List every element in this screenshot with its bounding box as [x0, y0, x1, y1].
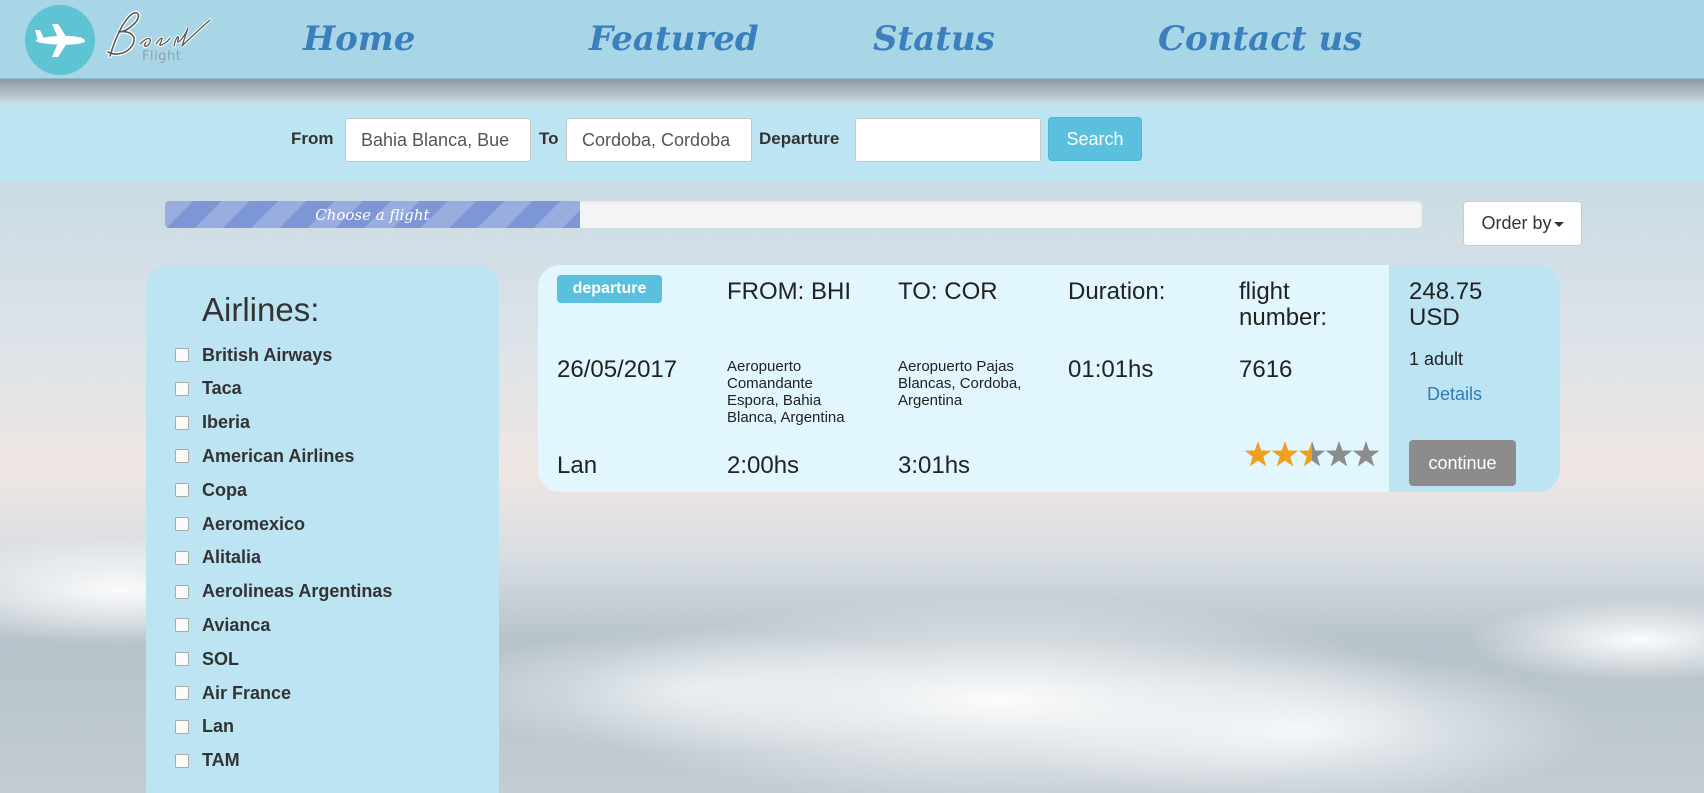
to-label: To	[539, 129, 559, 148]
airline-filter-label: SOL	[202, 648, 240, 669]
airline-filter-label: Copa	[202, 479, 247, 500]
star-icon	[1244, 441, 1272, 467]
airline-checkbox[interactable]	[175, 415, 189, 430]
airline-filter-label: Iberia	[202, 412, 251, 433]
booking-progress-bar: Choose a flight	[165, 201, 1422, 228]
to-code: TO: COR	[898, 278, 998, 305]
airline-filter-item[interactable]: Iberia	[175, 412, 250, 434]
nav-home[interactable]: Home	[303, 19, 415, 65]
airline-filter-label: TAM	[202, 750, 240, 771]
airline-checkbox[interactable]	[175, 550, 189, 565]
airplane-logo-icon[interactable]	[25, 5, 95, 75]
airline-checkbox[interactable]	[175, 381, 189, 396]
airline-filter-label: American Airlines	[202, 445, 355, 466]
airline-filter-item[interactable]: SOL	[175, 648, 239, 670]
logo-subtitle: Flight	[142, 49, 182, 64]
flight-date: 26/05/2017	[557, 356, 678, 383]
airline-checkbox[interactable]	[175, 618, 189, 633]
airline-checkbox[interactable]	[175, 517, 189, 531]
star-icon	[1325, 441, 1353, 467]
search-button[interactable]: Search	[1048, 117, 1142, 161]
airline-filter-label: Aerolineas Argentinas	[202, 581, 393, 602]
airlines-heading: Airlines:	[202, 291, 320, 328]
duration-value: 01:01hs	[1068, 356, 1154, 383]
departure-date-input[interactable]	[855, 118, 1041, 162]
passenger-count: 1 adult	[1409, 349, 1464, 369]
progress-fill: Choose a flight	[165, 201, 580, 228]
airline-filter-label: Lan	[202, 716, 235, 737]
airline-checkbox[interactable]	[175, 652, 189, 667]
airline-filter-item[interactable]: Alitalia	[175, 547, 261, 569]
airline-filter-label: Alitalia	[202, 547, 262, 568]
from-input[interactable]	[345, 118, 531, 162]
airline-filter-label: Taca	[202, 378, 242, 399]
arrival-time: 3:01hs	[898, 452, 971, 479]
details-link[interactable]: Details	[1427, 384, 1482, 405]
from-code: FROM: BHI	[727, 278, 851, 305]
star-icon	[1271, 441, 1299, 467]
airline-filter-item[interactable]: TAM	[175, 750, 240, 772]
airline-checkbox[interactable]	[175, 686, 189, 700]
airline-filter-label: Air France	[202, 682, 292, 703]
duration-label: Duration:	[1068, 278, 1166, 305]
nav-contact-us[interactable]: Contact us	[1158, 19, 1362, 65]
departure-time: 2:00hs	[727, 452, 800, 479]
airline-filter-label: British Airways	[202, 344, 333, 365]
airline-filter-item[interactable]: Taca	[175, 378, 242, 400]
flight-number-value: 7616	[1239, 356, 1293, 383]
airline-checkbox[interactable]	[175, 449, 189, 464]
caret-down-icon	[1553, 221, 1564, 227]
departure-label: Departure	[759, 129, 840, 148]
rating-stars	[1244, 441, 1380, 467]
airline-filter-item[interactable]: Avianca	[175, 614, 270, 636]
departure-badge: departure	[557, 275, 662, 303]
airline-checkbox[interactable]	[175, 483, 189, 498]
continue-button[interactable]: continue	[1409, 440, 1516, 486]
order-by-dropdown[interactable]: Order by	[1463, 201, 1582, 246]
order-by-label: Order by	[1481, 213, 1552, 233]
airline-filter-label: Avianca	[202, 614, 271, 635]
to-airport: Aeropuerto Pajas Blancas, Cordoba, Argen…	[898, 358, 1022, 409]
search-bar	[0, 103, 1704, 181]
airline-filter-item[interactable]: Copa	[175, 479, 247, 501]
airline-filter-item[interactable]: Aerolineas Argentinas	[175, 581, 392, 603]
navbar-shadow	[0, 79, 1704, 103]
from-airport: Aeropuerto Comandante Espora, Bahia Blan…	[727, 358, 845, 426]
flight-number-label: flight number:	[1239, 278, 1328, 331]
airline-checkbox[interactable]	[175, 753, 189, 768]
star-icon	[1298, 441, 1326, 467]
to-input[interactable]	[566, 118, 752, 162]
airline-filter-item[interactable]: Lan	[175, 716, 234, 738]
nav-status[interactable]: Status	[873, 19, 995, 65]
airline-checkbox[interactable]	[175, 348, 189, 362]
from-label: From	[291, 129, 334, 148]
nav-featured[interactable]: Featured	[589, 19, 759, 65]
progress-label: Choose a flight	[315, 205, 430, 224]
top-navbar	[0, 0, 1704, 79]
airline-checkbox[interactable]	[175, 584, 189, 599]
airline-checkbox[interactable]	[175, 719, 189, 734]
airline-filter-item[interactable]: British Airways	[175, 344, 332, 366]
airline-filter-label: Aeromexico	[202, 513, 306, 534]
airline-filter-item[interactable]: Air France	[175, 682, 291, 704]
star-icon	[1352, 441, 1380, 467]
airline-name: Lan	[557, 452, 598, 479]
airline-filter-item[interactable]: Aeromexico	[175, 513, 305, 535]
airline-filter-item[interactable]: American Airlines	[175, 445, 354, 467]
price: 248.75 USD	[1409, 278, 1483, 331]
